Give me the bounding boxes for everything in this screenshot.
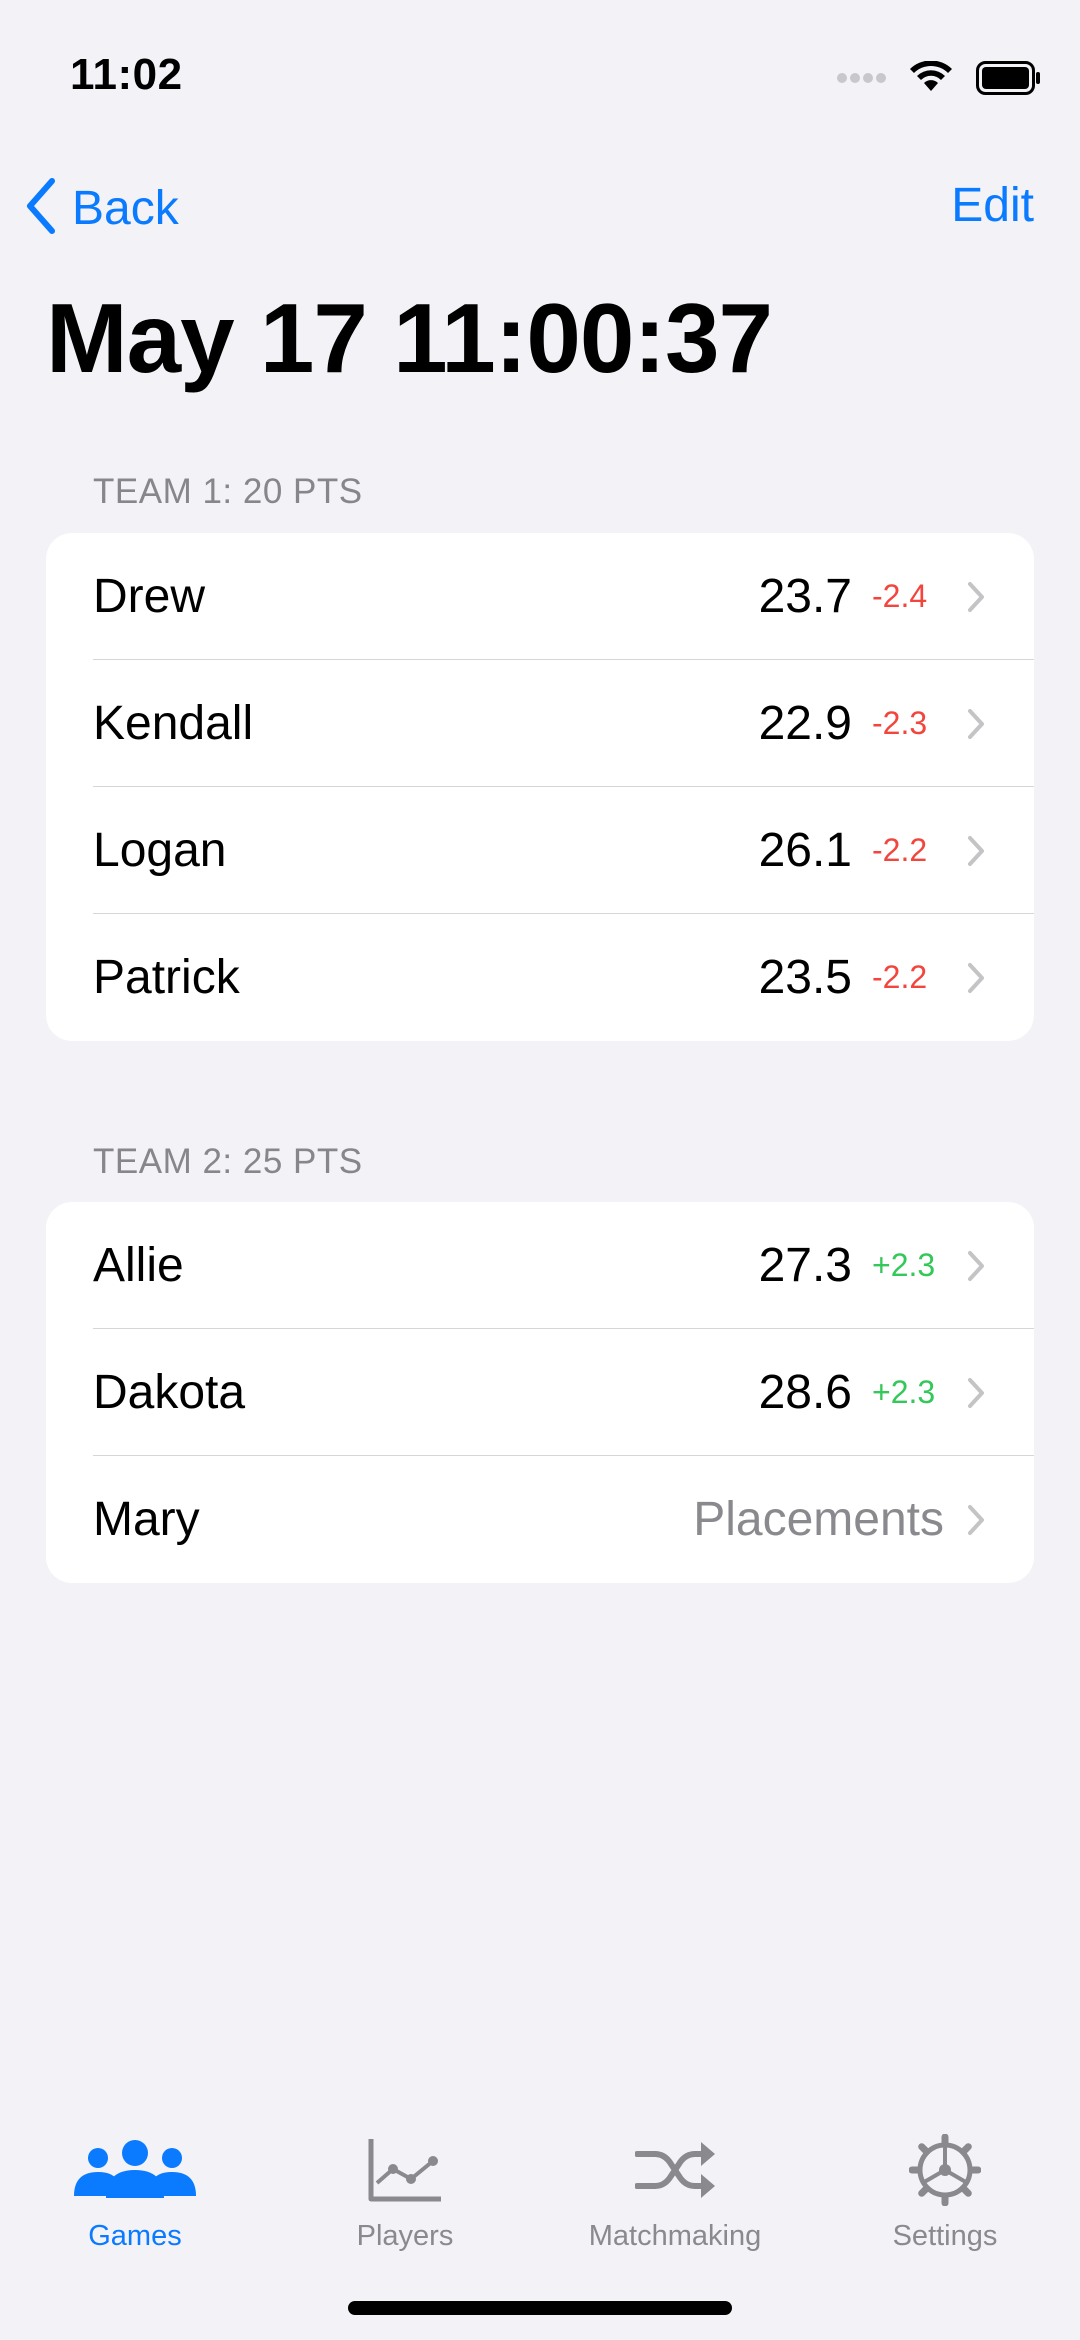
player-row-kendall[interactable]: Kendall 22.9 -2.3 bbox=[46, 660, 1034, 787]
player-row-logan[interactable]: Logan 26.1 -2.2 bbox=[46, 787, 1034, 914]
player-name: Logan bbox=[93, 824, 227, 877]
tab-matchmaking[interactable]: Matchmaking bbox=[540, 2130, 810, 2260]
rating-delta: -2.4 bbox=[872, 578, 928, 614]
chevron-right-icon bbox=[966, 1376, 988, 1410]
player-name: Dakota bbox=[93, 1366, 246, 1419]
game-detail-screen: 11:02 Back Edit May 17 11:00:37 TEAM 1: … bbox=[0, 0, 1080, 2340]
player-name: Patrick bbox=[93, 951, 240, 1004]
player-name: Allie bbox=[93, 1239, 184, 1292]
page-title: May 17 11:00:37 bbox=[46, 283, 773, 393]
gear-icon bbox=[909, 2130, 981, 2210]
team1-card: Drew 23.7 -2.4 Kendall 22.9 -2.3 Logan 2… bbox=[46, 533, 1034, 1041]
player-row-allie[interactable]: Allie 27.3 +2.3 bbox=[46, 1202, 1034, 1329]
people-icon bbox=[72, 2130, 198, 2210]
tab-label: Games bbox=[88, 2220, 182, 2252]
back-button[interactable]: Back bbox=[24, 175, 179, 241]
player-rating: 23.7 bbox=[758, 570, 852, 623]
cellular-signal-icon bbox=[836, 71, 886, 89]
player-rating: 26.1 bbox=[758, 824, 852, 877]
player-rating: 28.6 bbox=[758, 1366, 852, 1419]
rating-delta: +2.3 bbox=[872, 1247, 936, 1283]
tab-label: Settings bbox=[892, 2220, 998, 2252]
chevron-left-icon bbox=[24, 177, 58, 240]
rating-delta: -2.2 bbox=[872, 959, 928, 995]
tab-players[interactable]: Players bbox=[270, 2130, 540, 2260]
home-indicator bbox=[348, 2301, 732, 2315]
player-name: Drew bbox=[93, 570, 206, 623]
chevron-right-icon bbox=[966, 707, 988, 741]
chevron-right-icon bbox=[966, 1249, 988, 1283]
battery-icon bbox=[976, 60, 1042, 100]
player-rating: 27.3 bbox=[758, 1239, 852, 1292]
player-row-mary[interactable]: Mary Placements bbox=[46, 1456, 1034, 1583]
chevron-right-icon bbox=[966, 580, 988, 614]
chevron-right-icon bbox=[966, 1503, 988, 1537]
status-time: 11:02 bbox=[70, 50, 183, 99]
back-label: Back bbox=[72, 181, 179, 235]
chevron-right-icon bbox=[966, 961, 988, 995]
placements-status: Placements bbox=[693, 1493, 944, 1546]
tab-settings[interactable]: Settings bbox=[810, 2130, 1080, 2260]
player-name: Mary bbox=[93, 1493, 200, 1546]
player-name: Kendall bbox=[93, 697, 254, 750]
player-rating: 22.9 bbox=[758, 697, 852, 750]
status-indicators bbox=[836, 59, 1042, 100]
rating-delta: +2.3 bbox=[872, 1374, 936, 1410]
team1-header: TEAM 1: 20 PTS bbox=[93, 472, 363, 511]
tab-games[interactable]: Games bbox=[0, 2130, 270, 2260]
shuffle-icon bbox=[635, 2130, 715, 2210]
wifi-icon bbox=[908, 59, 954, 100]
tab-label: Players bbox=[356, 2220, 454, 2252]
chart-line-icon bbox=[367, 2130, 443, 2210]
player-rating: 23.5 bbox=[758, 951, 852, 1004]
edit-button[interactable]: Edit bbox=[951, 178, 1034, 233]
player-row-patrick[interactable]: Patrick 23.5 -2.2 bbox=[46, 914, 1034, 1041]
chevron-right-icon bbox=[966, 834, 988, 868]
rating-delta: -2.2 bbox=[872, 832, 928, 868]
rating-delta: -2.3 bbox=[872, 705, 928, 741]
team2-card: Allie 27.3 +2.3 Dakota 28.6 +2.3 Mary Pl… bbox=[46, 1202, 1034, 1583]
tab-label: Matchmaking bbox=[588, 2220, 762, 2252]
status-bar: 11:02 bbox=[0, 0, 1080, 150]
player-row-dakota[interactable]: Dakota 28.6 +2.3 bbox=[46, 1329, 1034, 1456]
team2-header: TEAM 2: 25 PTS bbox=[93, 1142, 363, 1181]
player-row-drew[interactable]: Drew 23.7 -2.4 bbox=[46, 533, 1034, 660]
